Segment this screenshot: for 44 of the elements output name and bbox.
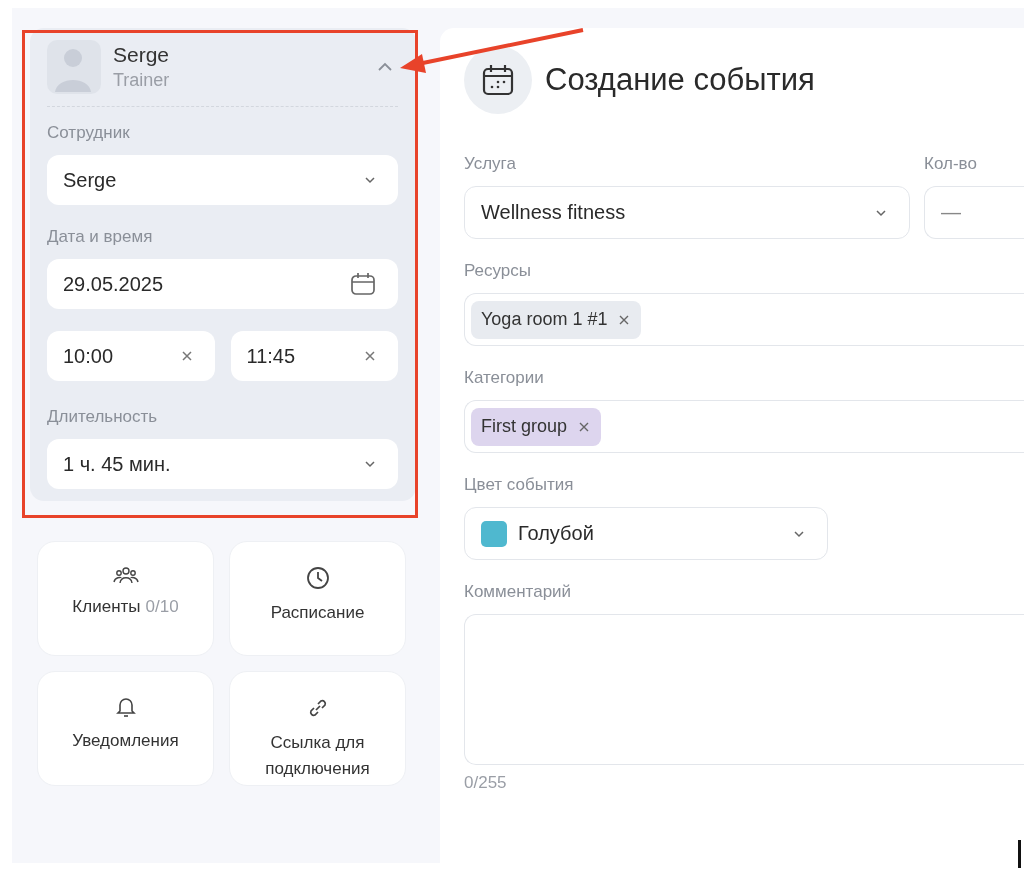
- resources-field[interactable]: Yoga room 1 #1: [464, 293, 1024, 346]
- categories-field[interactable]: First group: [464, 400, 1024, 453]
- field-label: Дата и время: [47, 227, 153, 247]
- chevron-down-icon: [875, 208, 887, 217]
- field-label: Сотрудник: [47, 123, 130, 143]
- people-icon: [112, 566, 139, 584]
- end-time-field[interactable]: 11:45: [230, 331, 398, 381]
- field-label: Цвет события: [464, 475, 574, 495]
- color-select[interactable]: Голубой: [464, 507, 828, 560]
- text-cursor-icon: [1018, 840, 1021, 868]
- employee-select[interactable]: Serge: [47, 155, 398, 205]
- field-label: Услуга: [464, 154, 516, 174]
- chevron-down-icon: [364, 460, 376, 468]
- char-counter: 0/255: [464, 773, 507, 793]
- tile-button[interactable]: Расписание: [229, 541, 406, 656]
- chevron-icon[interactable]: [376, 61, 394, 73]
- quantity-field[interactable]: —: [924, 186, 1024, 239]
- chevron-down-icon: [793, 529, 805, 538]
- field-label: Длительность: [47, 407, 158, 427]
- start-time-field[interactable]: 10:00: [47, 331, 215, 381]
- form-title: Создание события: [545, 62, 815, 98]
- field-label: Ресурсы: [464, 261, 532, 281]
- tile-button[interactable]: Клиенты 0/10: [37, 541, 214, 656]
- clear-icon[interactable]: [180, 350, 193, 362]
- duration-select[interactable]: 1 ч. 45 мин.: [47, 439, 398, 489]
- field-label: Кол-во: [924, 154, 977, 174]
- chevron-down-icon: [364, 176, 376, 184]
- resource-tag: Yoga room 1 #1: [471, 300, 642, 339]
- category-tag: First group: [471, 407, 602, 446]
- clock-icon: [305, 566, 330, 590]
- date-field[interactable]: 29.05.2025: [47, 259, 398, 309]
- field-label: Категории: [464, 368, 544, 388]
- staff-role: Trainer: [113, 70, 171, 91]
- tile-button[interactable]: Уведомления: [37, 671, 214, 786]
- bell-icon: [115, 696, 136, 718]
- avatar-placeholder: [47, 40, 101, 94]
- tile-button[interactable]: Ссылка для подключения: [229, 671, 406, 786]
- calendar-icon: [350, 271, 376, 297]
- field-label: Комментарий: [464, 582, 572, 602]
- remove-icon[interactable]: [579, 421, 590, 432]
- service-select[interactable]: Wellness fitness: [464, 186, 910, 239]
- remove-icon[interactable]: [619, 314, 630, 325]
- staff-name: Serge: [113, 43, 171, 67]
- clear-icon[interactable]: [364, 350, 376, 362]
